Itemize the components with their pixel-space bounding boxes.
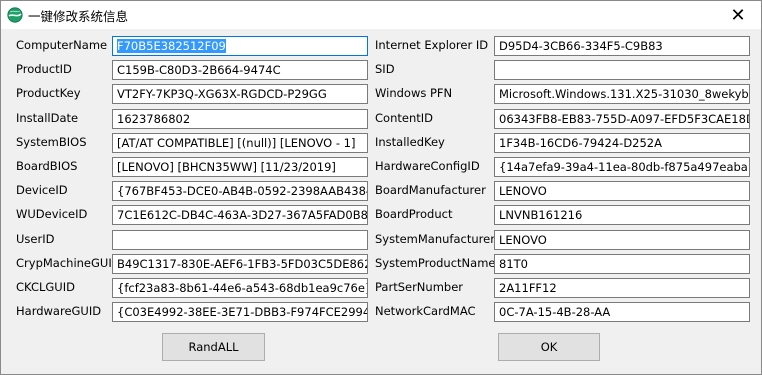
right-field-networkcardmac[interactable]: 0C-7A-15-4B-28-AA (494, 302, 750, 322)
left-label-productid: ProductID (16, 62, 72, 76)
left-field-userid[interactable] (112, 230, 368, 250)
right-field-boardmanufacturer[interactable]: LENOVO (494, 181, 750, 201)
right-field-sid[interactable] (494, 60, 750, 80)
left-label-deviceid: DeviceID (16, 183, 68, 197)
left-label-userid: UserID (16, 232, 55, 246)
left-label-boardbios: BoardBIOS (16, 159, 78, 173)
right-field-value: 1F34B-16CD6-79424-D252A (499, 136, 662, 150)
right-label-boardproduct: BoardProduct (375, 207, 453, 221)
right-field-value: Microsoft.Windows.131.X25-31030_8wekyb3 (499, 87, 750, 101)
right-field-value: LENOVO (499, 184, 547, 198)
right-label-systemmanufacturer: SystemManufacturer (375, 232, 495, 246)
left-field-value: {fcf23a83-8b61-44e6-a543-68db1ea9c76e} (117, 281, 368, 295)
close-button[interactable]: ✕ (715, 1, 761, 29)
left-field-productid[interactable]: C159B-C80D3-2B664-9474C (112, 60, 368, 80)
left-field-value: B49C1317-830E-AEF6-1FB3-5FD03C5DE862 (117, 257, 368, 271)
app-window: 一键修改系统信息 ✕ ComputerName F70B5E382512F09 Pr… (0, 0, 762, 375)
left-field-value: {C03E4992-38EE-3E71-DBB3-F974FCE29940} (117, 305, 368, 319)
left-field-hardwareguid[interactable]: {C03E4992-38EE-3E71-DBB3-F974FCE29940} (112, 302, 368, 322)
title-bar: 一键修改系统信息 ✕ (1, 1, 761, 29)
right-field-value: 2A11FF12 (499, 281, 557, 295)
left-label-computername: ComputerName (16, 38, 108, 52)
left-field-value: 7C1E612C-DB4C-463A-3D27-367A5FAD0B8E (117, 208, 368, 222)
left-field-productkey[interactable]: VT2FY-7KP3Q-XG63X-RGDCD-P29GG (112, 84, 368, 104)
left-field-computername[interactable]: F70B5E382512F09 (112, 36, 368, 56)
left-field-value: [AT/AT COMPATIBLE] [(null)] [LENOVO - 1] (117, 136, 356, 150)
right-label-sid: SID (375, 62, 395, 76)
right-field-boardproduct[interactable]: LNVNB161216 (494, 205, 750, 225)
right-field-windows-pfn[interactable]: Microsoft.Windows.131.X25-31030_8wekyb3 (494, 84, 750, 104)
left-field-installdate[interactable]: 1623786802 (112, 109, 368, 129)
right-label-boardmanufacturer: BoardManufacturer (375, 183, 486, 197)
right-field-systemmanufacturer[interactable]: LENOVO (494, 230, 750, 250)
right-label-installedkey: InstalledKey (375, 135, 445, 149)
left-field-value: C159B-C80D3-2B664-9474C (117, 63, 281, 77)
left-field-value: [LENOVO] [BHCN35WW] [11/23/2019] (117, 160, 336, 174)
left-label-ckclguid: CKCLGUID (16, 280, 75, 294)
left-field-value: {767BF453-DCE0-AB4B-0592-2398AAB4384B (117, 184, 368, 198)
ok-button[interactable]: OK (498, 333, 600, 361)
left-label-installdate: InstallDate (16, 111, 79, 125)
left-label-systembios: SystemBIOS (16, 135, 87, 149)
right-field-installedkey[interactable]: 1F34B-16CD6-79424-D252A (494, 133, 750, 153)
left-field-value: F70B5E382512F09 (117, 39, 226, 53)
left-label-hardwareguid: HardwareGUID (16, 304, 102, 318)
left-field-ckclguid[interactable]: {fcf23a83-8b61-44e6-a543-68db1ea9c76e} (112, 278, 368, 298)
left-field-deviceid[interactable]: {767BF453-DCE0-AB4B-0592-2398AAB4384B (112, 181, 368, 201)
right-label-windows-pfn: Windows PFN (375, 86, 453, 100)
right-field-value: LNVNB161216 (499, 208, 583, 222)
right-field-value: {14a7efa9-39a4-11ea-80db-f875a497eaba} (499, 160, 750, 174)
right-label-systemproductname: SystemProductName (375, 256, 496, 270)
right-field-value: 81T0 (499, 257, 528, 271)
window-title: 一键修改系统信息 (28, 9, 129, 24)
close-icon: ✕ (730, 4, 746, 26)
right-field-contentid[interactable]: 06343FB8-EB83-755D-A097-EFD5F3CAE18D (494, 109, 750, 129)
left-field-systembios[interactable]: [AT/AT COMPATIBLE] [(null)] [LENOVO - 1] (112, 133, 368, 153)
left-label-productkey: ProductKey (16, 86, 81, 100)
right-label-hardwareconfigid: HardwareConfigID (375, 159, 480, 173)
right-label-contentid: ContentID (375, 111, 433, 125)
right-field-value: 06343FB8-EB83-755D-A097-EFD5F3CAE18D (499, 112, 750, 126)
left-label-wudeviceid: WUDeviceID (16, 207, 88, 221)
left-field-value: 1623786802 (117, 112, 191, 126)
right-field-value: 0C-7A-15-4B-28-AA (499, 305, 611, 319)
left-field-crypmachineguid[interactable]: B49C1317-830E-AEF6-1FB3-5FD03C5DE862 (112, 254, 368, 274)
right-label-internet-explorer-id: Internet Explorer ID (375, 38, 489, 52)
left-label-crypmachineguid: CrypMachineGUID (16, 256, 121, 270)
right-field-hardwareconfigid[interactable]: {14a7efa9-39a4-11ea-80db-f875a497eaba} (494, 157, 750, 177)
right-label-partsernumber: PartSerNumber (375, 280, 464, 294)
right-label-networkcardmac: NetworkCardMAC (375, 304, 476, 318)
right-field-partsernumber[interactable]: 2A11FF12 (494, 278, 750, 298)
globe-icon (7, 7, 23, 23)
right-field-value: D95D4-3CB66-334F5-C9B83 (499, 39, 663, 53)
left-field-wudeviceid[interactable]: 7C1E612C-DB4C-463A-3D27-367A5FAD0B8E (112, 205, 368, 225)
right-field-value: LENOVO (499, 233, 547, 247)
left-field-value: VT2FY-7KP3Q-XG63X-RGDCD-P29GG (117, 87, 327, 101)
right-field-internet-explorer-id[interactable]: D95D4-3CB66-334F5-C9B83 (494, 36, 750, 56)
randall-button[interactable]: RandALL (162, 333, 265, 361)
right-field-systemproductname[interactable]: 81T0 (494, 254, 750, 274)
left-field-boardbios[interactable]: [LENOVO] [BHCN35WW] [11/23/2019] (112, 157, 368, 177)
